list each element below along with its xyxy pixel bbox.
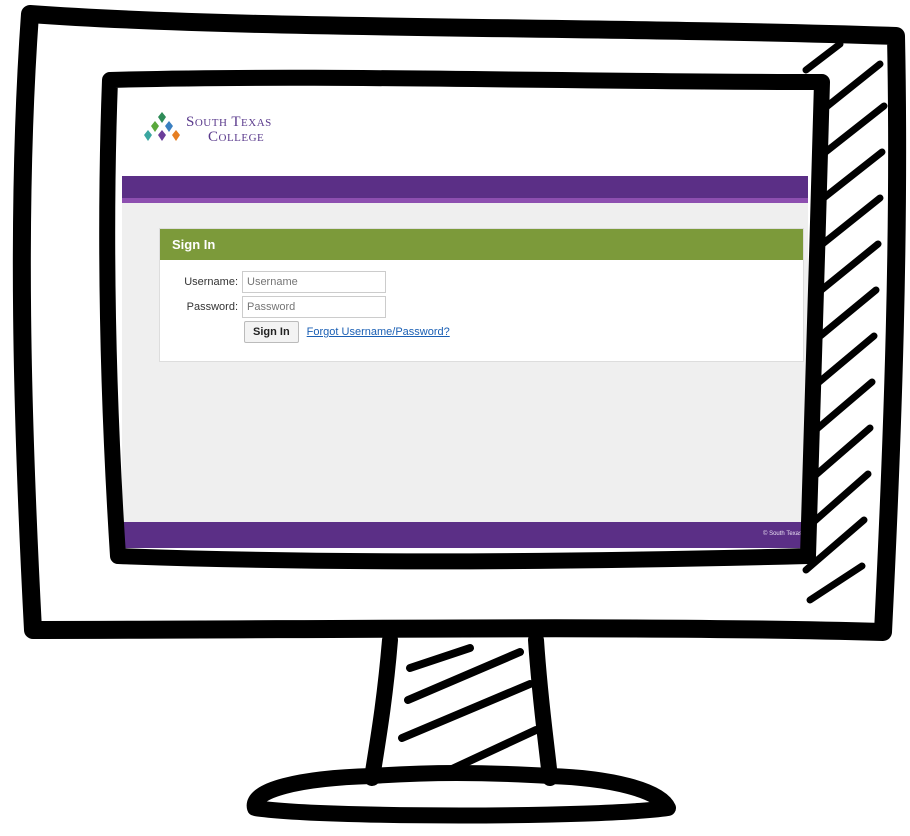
monitor-sketch [12,5,907,824]
